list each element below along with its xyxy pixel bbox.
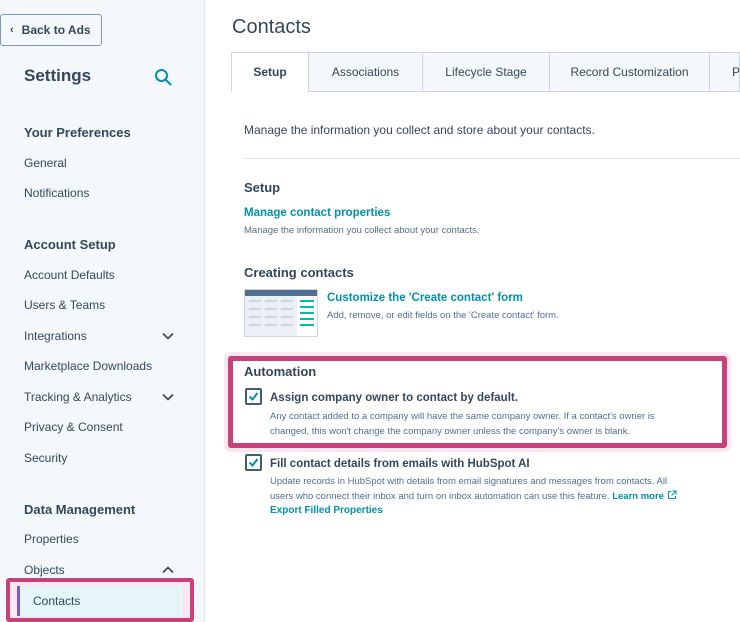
automation-heading: Automation [244, 364, 317, 379]
sidebar-item-privacy-consent[interactable]: Privacy & Consent [24, 420, 174, 434]
assign-owner-description-line1: Any contact added to a company will have… [270, 411, 655, 422]
sidebar-item-objects[interactable]: Objects [24, 563, 174, 577]
sidebar-item-label: Marketplace Downloads [24, 359, 153, 373]
setup-description: Manage the information you collect about… [244, 225, 480, 236]
assign-owner-description-line2: changed, this won't change the company o… [270, 426, 631, 437]
tab-more[interactable]: P [710, 52, 740, 92]
section-your-preferences: Your Preferences [24, 125, 131, 140]
checkmark-icon [248, 458, 259, 468]
section-data-management: Data Management [24, 502, 136, 517]
tab-underline [309, 91, 740, 92]
setup-heading: Setup [244, 180, 281, 195]
sidebar-item-properties[interactable]: Properties [24, 532, 174, 546]
creating-description: Add, remove, or edit fields on the 'Crea… [327, 310, 559, 321]
chevron-down-icon[interactable] [162, 393, 174, 401]
sidebar-item-label: Account Defaults [24, 268, 115, 282]
section-account-setup: Account Setup [24, 237, 116, 252]
contacts-highlight-box: Contacts [6, 578, 194, 622]
sidebar-item-label: General [24, 156, 67, 170]
sidebar-item-label: Security [24, 451, 68, 465]
tab-record-customization[interactable]: Record Customization [550, 52, 710, 92]
sidebar-item-label: Notifications [24, 186, 90, 200]
sidebar-item-marketplace-downloads[interactable]: Marketplace Downloads [24, 359, 174, 373]
sidebar-item-label: Tracking & Analytics [24, 390, 132, 404]
sidebar-item-label: Objects [24, 563, 65, 577]
sidebar-item-general[interactable]: General [24, 156, 174, 170]
sidebar-item-notifications[interactable]: Notifications [24, 186, 174, 200]
sidebar-item-contacts[interactable]: Contacts [17, 586, 183, 616]
customize-create-contact-form-link[interactable]: Customize the 'Create contact' form [327, 292, 523, 304]
external-link-icon [667, 490, 677, 499]
intro-text: Manage the information you collect and s… [244, 123, 595, 137]
fill-contact-details-description-line1: Update records in HubSpot with details f… [270, 476, 668, 487]
export-filled-properties-link[interactable]: Export Filled Properties [270, 505, 383, 516]
learn-more-link[interactable]: Learn more [612, 490, 677, 502]
sidebar-item-label: Privacy & Consent [24, 420, 123, 434]
sidebar-item-account-defaults[interactable]: Account Defaults [24, 268, 174, 282]
sidebar-item-users-teams[interactable]: Users & Teams [24, 298, 174, 312]
sidebar-item-label: Integrations [24, 329, 87, 343]
creating-contacts-heading: Creating contacts [244, 265, 354, 280]
sidebar-item-label: Users & Teams [24, 298, 106, 312]
fill-contact-details-label: Fill contact details from emails with Hu… [270, 458, 530, 470]
assign-owner-label: Assign company owner to contact by defau… [270, 392, 518, 404]
page-title: Contacts [232, 16, 311, 38]
sidebar-item-integrations[interactable]: Integrations [24, 329, 174, 343]
sidebar-item-label: Contacts [33, 594, 81, 608]
chevron-down-icon[interactable] [162, 332, 174, 340]
chevron-left-icon: ‹ [10, 24, 14, 36]
divider [244, 158, 740, 159]
checkmark-icon [248, 392, 259, 402]
tab-bar: Setup Associations Lifecycle Stage Recor… [231, 52, 740, 92]
back-button-label: Back to Ads [21, 23, 91, 37]
sidebar-item-security[interactable]: Security [24, 451, 174, 465]
settings-sidebar: ‹ Back to Ads Settings Your Preferences … [0, 0, 205, 622]
tab-associations[interactable]: Associations [309, 52, 423, 92]
sidebar-item-label: Properties [24, 532, 79, 546]
create-form-thumbnail [244, 289, 318, 337]
fill-contact-details-checkbox[interactable] [245, 454, 262, 471]
description-text: users who connect their inbox and turn o… [270, 491, 610, 502]
tab-setup[interactable]: Setup [231, 52, 309, 92]
fill-contact-details-description-line2: users who connect their inbox and turn o… [270, 489, 677, 504]
manage-contact-properties-link[interactable]: Manage contact properties [244, 207, 390, 219]
search-icon[interactable] [154, 68, 172, 86]
assign-owner-checkbox[interactable] [245, 388, 262, 405]
sidebar-item-tracking-analytics[interactable]: Tracking & Analytics [24, 390, 174, 404]
back-to-ads-button[interactable]: ‹ Back to Ads [0, 14, 102, 46]
learn-more-label: Learn more [612, 491, 664, 502]
chevron-up-icon[interactable] [162, 566, 174, 574]
tab-lifecycle-stage[interactable]: Lifecycle Stage [423, 52, 550, 92]
settings-title: Settings [24, 66, 92, 85]
